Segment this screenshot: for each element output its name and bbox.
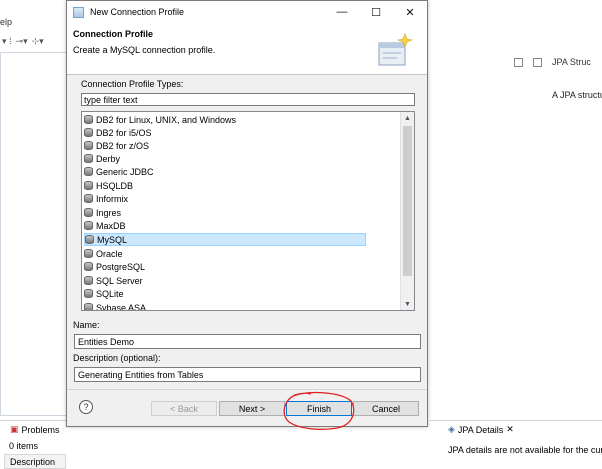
list-item-selected[interactable]: MySQL bbox=[84, 233, 366, 246]
database-icon bbox=[84, 249, 93, 258]
list-item[interactable]: Informix bbox=[84, 192, 364, 205]
name-label: Name: bbox=[73, 320, 100, 330]
close-tab-icon[interactable]: ✕ bbox=[506, 424, 514, 435]
cancel-button[interactable]: Cancel bbox=[353, 401, 419, 416]
database-icon bbox=[84, 154, 93, 163]
jpa-structure-message: A JPA structu bbox=[552, 90, 602, 100]
database-icon bbox=[84, 303, 93, 310]
database-icon bbox=[85, 235, 94, 244]
problems-icon: ▣ bbox=[10, 424, 19, 434]
dialog-title: New Connection Profile bbox=[90, 7, 185, 17]
tab-jpa-structure[interactable]: JPA Struc bbox=[552, 57, 591, 67]
wizard-page-subtitle: Create a MySQL connection profile. bbox=[73, 45, 216, 55]
database-icon bbox=[84, 167, 93, 176]
list-item[interactable]: HSQLDB bbox=[84, 179, 364, 192]
back-button[interactable]: < Back bbox=[151, 401, 217, 416]
wizard-page-title: Connection Profile bbox=[73, 29, 154, 39]
help-icon[interactable]: ? bbox=[79, 400, 93, 414]
scroll-up-icon[interactable]: ▲ bbox=[401, 112, 414, 124]
footer-separator bbox=[67, 389, 427, 390]
list-scrollbar[interactable]: ▲ ▼ bbox=[400, 112, 414, 310]
list-item[interactable]: SQLite bbox=[84, 287, 364, 300]
column-header-description[interactable]: Description bbox=[4, 454, 66, 469]
scroll-down-icon[interactable]: ▼ bbox=[401, 298, 414, 310]
list-item[interactable]: PostgreSQL bbox=[84, 260, 364, 273]
jpa-details-tab-label: JPA Details bbox=[457, 424, 504, 435]
jpa-details-message: JPA details are not available for the cu… bbox=[448, 445, 602, 455]
minimize-view-icon[interactable] bbox=[514, 57, 523, 67]
list-item[interactable]: SQL Server bbox=[84, 274, 364, 287]
wizard-header: Connection Profile Create a MySQL connec… bbox=[67, 23, 427, 75]
database-icon bbox=[84, 194, 93, 203]
name-input[interactable] bbox=[74, 334, 421, 349]
description-label: Description (optional): bbox=[73, 353, 161, 363]
scroll-thumb[interactable] bbox=[403, 126, 412, 276]
list-item[interactable]: DB2 for z/OS bbox=[84, 139, 364, 152]
list-item[interactable]: DB2 for Linux, UNIX, and Windows bbox=[84, 113, 364, 126]
minimize-button[interactable]: — bbox=[325, 1, 359, 23]
wizard-banner-icon bbox=[378, 33, 413, 66]
app-icon bbox=[73, 6, 84, 18]
connection-profile-types-list[interactable]: DB2 for Linux, UNIX, and Windows DB2 for… bbox=[81, 111, 415, 311]
list-item[interactable]: Derby bbox=[84, 152, 364, 165]
close-button[interactable]: ✕ bbox=[393, 1, 427, 23]
database-icon bbox=[84, 141, 93, 150]
toolbar-filter-icon[interactable]: ⊸▾ bbox=[16, 36, 28, 47]
toolbar-dropdown-icon[interactable]: ▾ ⁞ bbox=[2, 36, 12, 47]
filter-input[interactable] bbox=[81, 93, 415, 106]
database-icon bbox=[84, 262, 93, 271]
list-item[interactable]: Oracle bbox=[84, 247, 364, 260]
jpa-details-icon: ◈ bbox=[448, 424, 455, 434]
ide-right-pane bbox=[430, 52, 602, 416]
list-item[interactable]: Sybase ASA bbox=[84, 301, 364, 310]
tab-problems[interactable]: ▣ Problems bbox=[10, 424, 60, 435]
database-icon bbox=[84, 208, 93, 217]
database-icon bbox=[84, 276, 93, 285]
finish-button[interactable]: Finish bbox=[286, 401, 352, 416]
database-icon bbox=[84, 221, 93, 230]
problems-count: 0 items bbox=[9, 441, 39, 451]
next-button[interactable]: Next > bbox=[219, 401, 285, 416]
database-icon bbox=[84, 115, 93, 124]
problems-tab-label: Problems bbox=[21, 424, 60, 435]
ide-right-tabs: JPA Struc bbox=[430, 54, 602, 70]
list-item[interactable]: Ingres bbox=[84, 206, 364, 219]
maximize-button[interactable]: ☐ bbox=[359, 1, 393, 23]
tab-jpa-details[interactable]: ◈ JPA Details ✕ bbox=[448, 424, 514, 435]
database-icon bbox=[84, 289, 93, 298]
dialog-titlebar[interactable]: New Connection Profile — ☐ ✕ bbox=[67, 1, 427, 23]
ide-left-pane bbox=[0, 52, 67, 416]
description-input[interactable] bbox=[74, 367, 421, 382]
database-icon bbox=[84, 128, 93, 137]
database-icon bbox=[84, 181, 93, 190]
list-item[interactable]: MaxDB bbox=[84, 219, 364, 232]
toolbar-sort-icon[interactable]: ⊹▾ bbox=[32, 36, 44, 47]
connection-profile-types-label: Connection Profile Types: bbox=[81, 79, 184, 89]
list-item[interactable]: DB2 for i5/OS bbox=[84, 126, 364, 139]
list-item[interactable]: Generic JDBC bbox=[84, 165, 364, 178]
maximize-view-icon[interactable] bbox=[533, 57, 542, 67]
new-connection-profile-dialog: New Connection Profile — ☐ ✕ Connection … bbox=[66, 0, 428, 430]
ide-menu-fragment[interactable]: elp bbox=[0, 17, 12, 27]
